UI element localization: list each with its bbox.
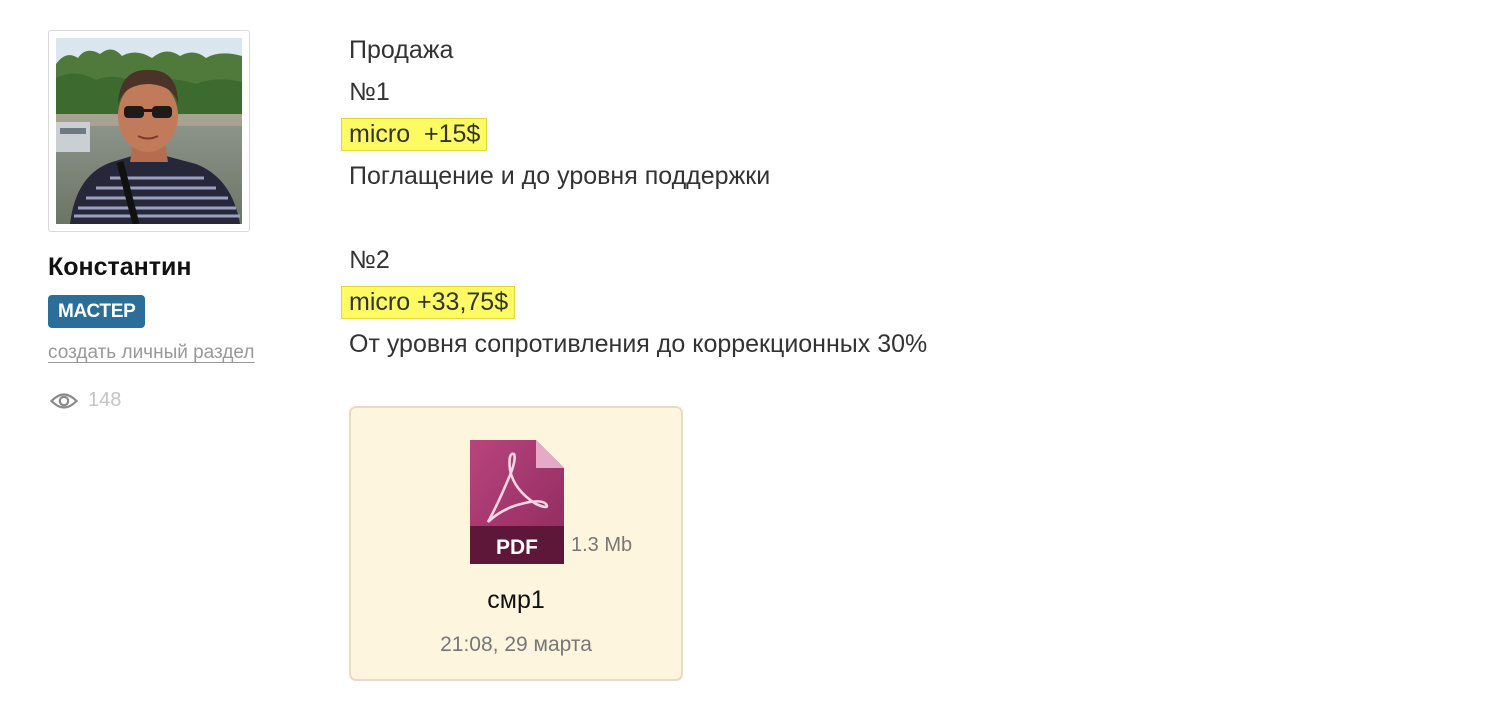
rank-badge: МАСТЕР	[48, 295, 146, 328]
post-body: Продажа №1 micro +15$ Поглащение и до ур…	[341, 29, 928, 365]
pdf-file-icon[interactable]: PDF	[470, 440, 564, 564]
file-size: 1.3 Mb	[571, 534, 633, 556]
views-counter: 148	[48, 389, 308, 412]
trade-result-highlight: micro +33,75$	[341, 286, 516, 319]
avatar-photo	[56, 38, 242, 224]
trade-description: Поглащение и до уровня поддержки	[349, 162, 771, 190]
trade-result-highlight: micro +15$	[341, 118, 488, 151]
create-personal-section-link[interactable]: создать личный раздел	[48, 341, 254, 365]
post-title: Продажа	[349, 36, 454, 64]
file-date: 21:08, 29 марта	[440, 633, 592, 656]
trade-description: От уровня сопротивления до коррекционных…	[349, 330, 928, 358]
trade-number: №2	[349, 246, 390, 274]
eye-icon	[50, 392, 78, 409]
trade-number: №1	[349, 78, 390, 106]
author-name[interactable]: Константин	[48, 252, 308, 282]
forum-post: Константин МАСТЕР создать личный раздел …	[0, 0, 1500, 719]
attachment-card[interactable]: PDF 1.3 Mb смр1 21:08, 29 марта	[349, 406, 683, 681]
avatar[interactable]	[48, 30, 250, 232]
author-panel: Константин МАСТЕР создать личный раздел …	[48, 30, 308, 412]
views-count: 148	[88, 389, 122, 411]
pdf-label: PDF	[496, 536, 538, 559]
file-name[interactable]: смр1	[351, 586, 681, 615]
